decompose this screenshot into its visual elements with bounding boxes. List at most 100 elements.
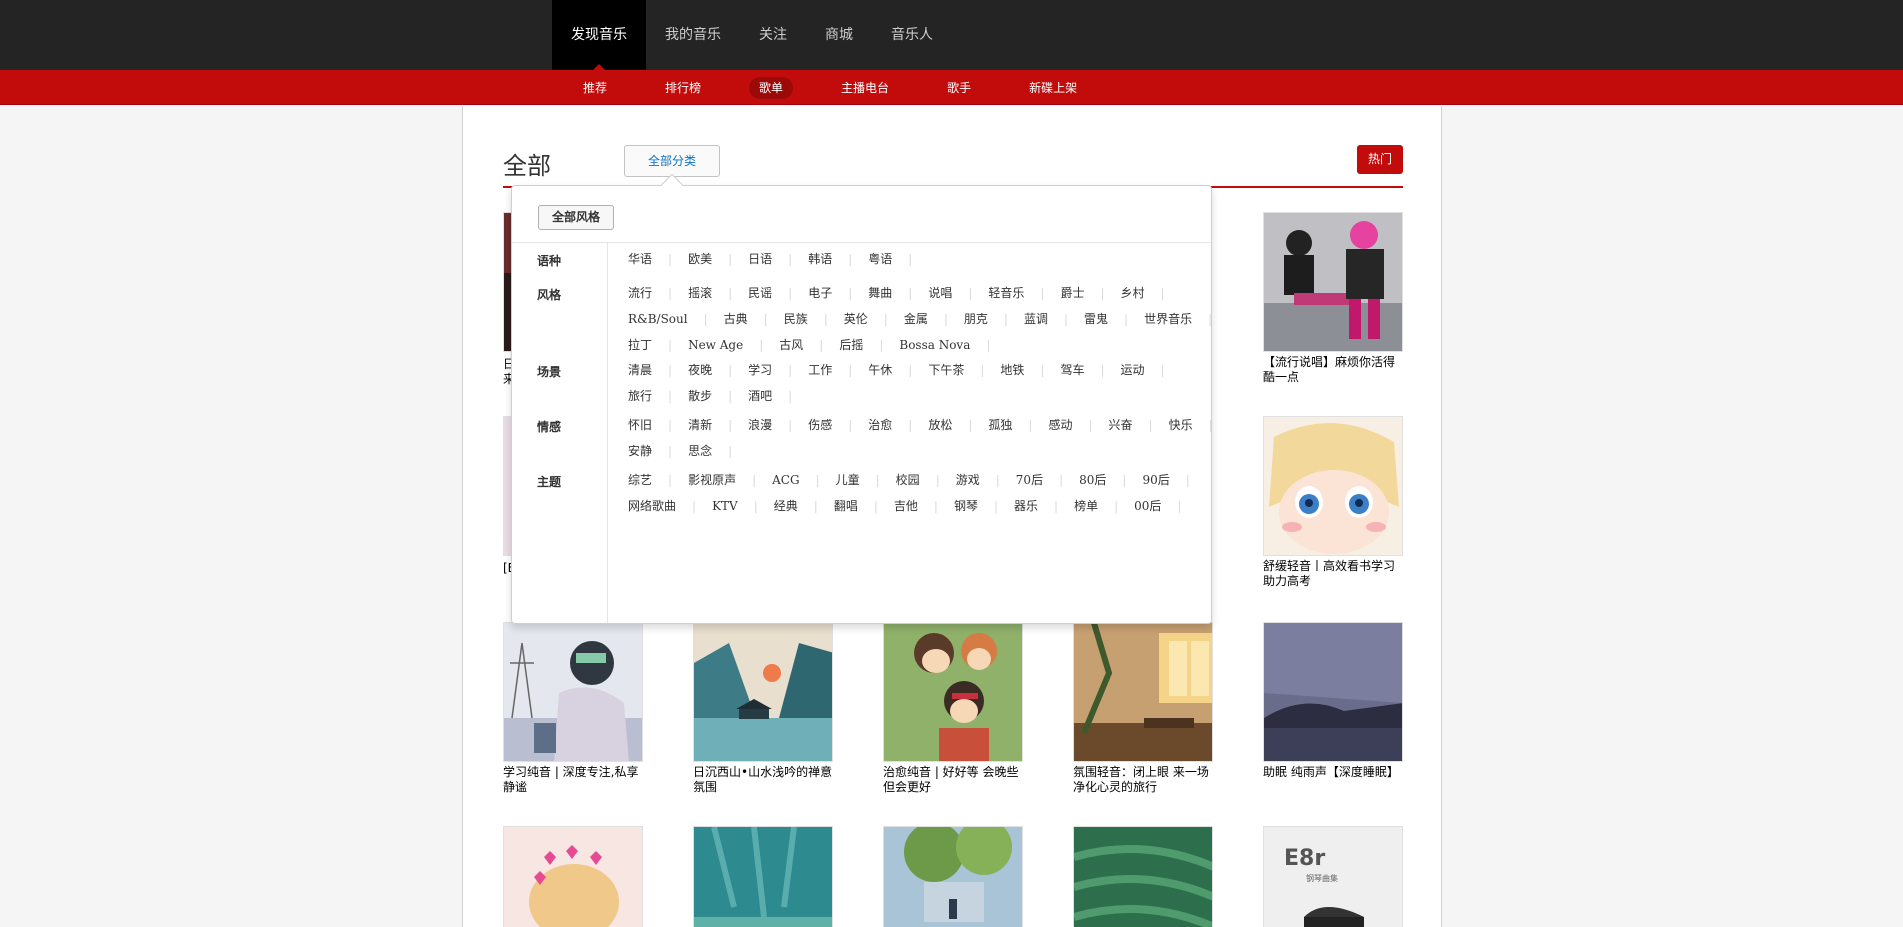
category-tag[interactable]: 钢琴 [954, 493, 978, 519]
category-tag[interactable]: 综艺 [628, 467, 652, 493]
category-tag[interactable]: 学习 [748, 357, 772, 383]
playlist-card[interactable]: 学习纯音 | 深度专注,私享静谧 [503, 622, 643, 795]
playlist-card[interactable]: 助眠 纯雨声【深度睡眠】 [1263, 622, 1403, 780]
subnav-recommend[interactable]: 推荐 [573, 77, 617, 99]
category-tag[interactable]: 夜晚 [688, 357, 712, 383]
subnav-charts[interactable]: 排行榜 [655, 77, 711, 99]
playlist-cover[interactable] [1263, 416, 1403, 556]
category-tag[interactable]: 说唱 [928, 280, 952, 306]
hot-button[interactable]: 热门 [1357, 145, 1403, 174]
category-tag[interactable]: 韩语 [808, 246, 832, 272]
all-categories-button[interactable]: 全部分类 [624, 145, 720, 177]
playlist-card[interactable]: 舒缓轻音丨高效看书学习助力高考 [1263, 416, 1403, 589]
category-tag[interactable]: 安静 [628, 438, 652, 464]
category-tag[interactable]: 流行 [628, 280, 652, 306]
category-tag[interactable]: 午休 [868, 357, 892, 383]
category-tag[interactable]: 摇滚 [688, 280, 712, 306]
playlist-cover[interactable] [883, 826, 1023, 927]
category-tag[interactable]: 雷鬼 [1084, 306, 1108, 332]
category-tag[interactable]: 下午茶 [928, 357, 964, 383]
playlist-cover[interactable] [693, 826, 833, 927]
category-tag[interactable]: 乡村 [1121, 280, 1145, 306]
category-tag[interactable]: 朋克 [964, 306, 988, 332]
category-tag[interactable]: 兴奋 [1109, 412, 1133, 438]
category-tag[interactable]: 经典 [774, 493, 798, 519]
category-tag[interactable]: 孤独 [988, 412, 1012, 438]
playlist-title[interactable]: 治愈纯音 | 好好等 会晚些但会更好 [883, 765, 1023, 795]
playlist-title[interactable]: 氛围轻音：闭上眼 来一场净化心灵的旅行 [1073, 765, 1213, 795]
playlist-card[interactable]: 氛围轻音：闭上眼 来一场净化心灵的旅行 [1073, 622, 1213, 795]
category-tag[interactable]: 思念 [688, 438, 712, 464]
category-tag[interactable]: 欧美 [688, 246, 712, 272]
category-tag[interactable]: 治愈 [868, 412, 892, 438]
playlist-title[interactable]: 学习纯音 | 深度专注,私享静谧 [503, 765, 643, 795]
playlist-cover[interactable] [503, 826, 643, 927]
category-tag[interactable]: 清晨 [628, 357, 652, 383]
category-tag[interactable]: 金属 [904, 306, 928, 332]
playlist-cover[interactable] [503, 622, 643, 762]
category-tag[interactable]: 地铁 [1000, 357, 1024, 383]
category-tag[interactable]: 快乐 [1169, 412, 1193, 438]
category-tag[interactable]: 翻唱 [834, 493, 858, 519]
category-tag[interactable]: 散步 [688, 383, 712, 409]
category-tag[interactable]: KTV [712, 493, 738, 519]
category-tag[interactable]: 伤感 [808, 412, 832, 438]
playlist-title[interactable]: 助眠 纯雨声【深度睡眠】 [1263, 765, 1403, 780]
category-tag[interactable]: 电子 [808, 280, 832, 306]
category-tag[interactable]: 90后 [1142, 467, 1169, 493]
subnav-playlists[interactable]: 歌单 [749, 76, 794, 99]
category-tag[interactable]: 拉丁 [628, 332, 652, 358]
category-tag[interactable]: 浪漫 [748, 412, 772, 438]
playlist-card[interactable]: E8r 钢琴曲集 [1263, 826, 1403, 927]
playlist-title[interactable]: 舒缓轻音丨高效看书学习助力高考 [1263, 559, 1403, 589]
topnav-follow[interactable]: 关注 [740, 0, 806, 70]
category-tag[interactable]: 民族 [784, 306, 808, 332]
category-tag[interactable]: 英伦 [844, 306, 868, 332]
category-tag[interactable]: 儿童 [836, 467, 860, 493]
category-tag[interactable]: ACG [772, 467, 799, 493]
playlist-card[interactable] [1073, 826, 1213, 927]
category-tag[interactable]: 清新 [688, 412, 712, 438]
category-tag[interactable]: 网络歌曲 [628, 493, 676, 519]
category-tag[interactable]: 感动 [1048, 412, 1072, 438]
playlist-card[interactable]: 治愈纯音 | 好好等 会晚些但会更好 [883, 622, 1023, 795]
category-tag[interactable]: 吉他 [894, 493, 918, 519]
topnav-mall[interactable]: 商城 [806, 0, 872, 70]
playlist-cover[interactable] [1263, 622, 1403, 762]
category-tag[interactable]: 日语 [748, 246, 772, 272]
playlist-cover[interactable] [1073, 826, 1213, 927]
category-tag[interactable]: 怀旧 [628, 412, 652, 438]
category-tag[interactable]: 酒吧 [748, 383, 772, 409]
category-tag[interactable]: Bossa Nova [899, 332, 970, 358]
category-tag[interactable]: 旅行 [628, 383, 652, 409]
topnav-discover[interactable]: 发现音乐 [552, 0, 646, 70]
category-tag[interactable]: 放松 [928, 412, 952, 438]
category-tag[interactable]: 器乐 [1014, 493, 1038, 519]
playlist-card[interactable]: 【流行说唱】麻烦你活得酷一点 [1263, 212, 1403, 385]
category-tag[interactable]: 古典 [724, 306, 748, 332]
playlist-title[interactable]: 【流行说唱】麻烦你活得酷一点 [1263, 355, 1403, 385]
playlist-cover[interactable] [883, 622, 1023, 762]
subnav-new-albums[interactable]: 新碟上架 [1019, 77, 1087, 99]
category-tag[interactable]: 驾车 [1060, 357, 1084, 383]
playlist-title[interactable]: 日沉西山•山水浅吟的禅意氛围 [693, 765, 833, 795]
category-tag[interactable]: 舞曲 [868, 280, 892, 306]
playlist-card[interactable] [883, 826, 1023, 927]
all-styles-button[interactable]: 全部风格 [538, 205, 614, 230]
category-tag[interactable]: 世界音乐 [1144, 306, 1192, 332]
category-tag[interactable]: 后摇 [839, 332, 863, 358]
category-tag[interactable]: 校园 [896, 467, 920, 493]
playlist-cover[interactable] [693, 622, 833, 762]
category-tag[interactable]: 榜单 [1074, 493, 1098, 519]
category-tag[interactable]: 轻音乐 [988, 280, 1024, 306]
category-tag[interactable]: 华语 [628, 246, 652, 272]
playlist-cover[interactable]: E8r 钢琴曲集 [1263, 826, 1403, 927]
topnav-musician[interactable]: 音乐人 [872, 0, 952, 70]
category-tag[interactable]: 粤语 [868, 246, 892, 272]
playlist-cover[interactable] [1073, 622, 1213, 762]
category-tag[interactable]: 70后 [1016, 467, 1043, 493]
category-tag[interactable]: 蓝调 [1024, 306, 1048, 332]
playlist-card[interactable] [693, 826, 833, 927]
category-tag[interactable]: R&B/Soul [628, 306, 688, 332]
category-tag[interactable]: New Age [688, 332, 743, 358]
